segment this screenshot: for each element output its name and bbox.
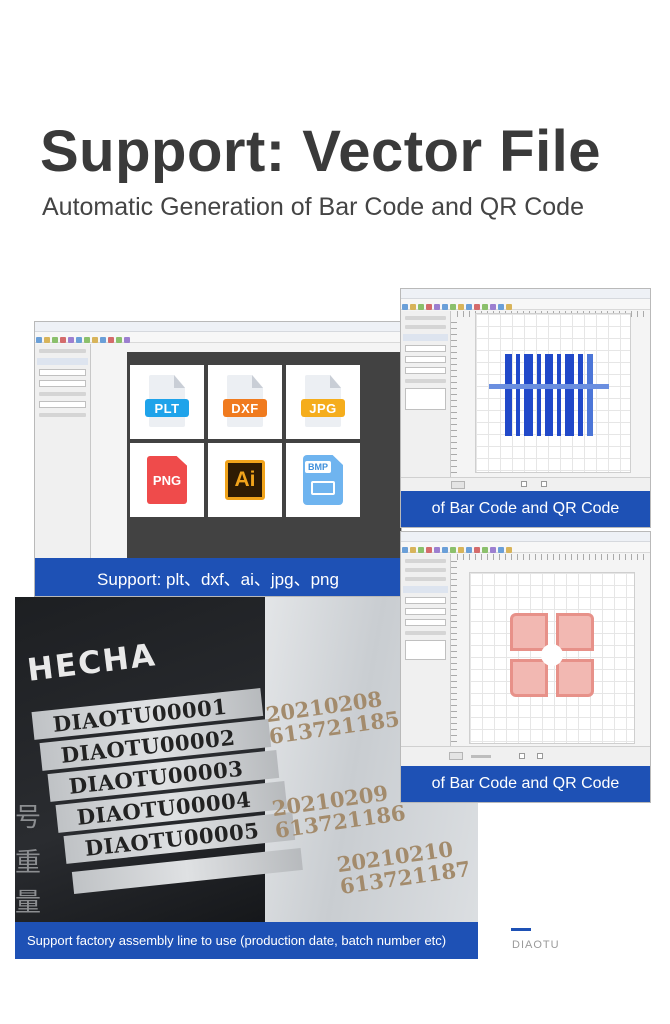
brand-accent-line bbox=[511, 928, 531, 931]
format-grid: PLT DXF JPG PNG Ai BMP bbox=[130, 365, 362, 517]
page-subtitle: Automatic Generation of Bar Code and QR … bbox=[42, 193, 584, 221]
status-bar bbox=[401, 746, 650, 766]
date-batch-code: 20210210 613721187 bbox=[335, 836, 472, 899]
toolbar[interactable] bbox=[35, 332, 401, 343]
status-button[interactable] bbox=[449, 752, 463, 760]
menu-bar[interactable] bbox=[401, 289, 650, 299]
menu-bar[interactable] bbox=[401, 532, 650, 542]
properties-panel[interactable] bbox=[401, 554, 451, 754]
status-bar bbox=[401, 477, 650, 491]
plate-brand: HECHA bbox=[25, 637, 159, 689]
plate-character: 重 bbox=[15, 848, 42, 878]
status-checkbox[interactable] bbox=[519, 753, 525, 759]
qr-code-graphic bbox=[510, 613, 594, 697]
toolbar[interactable] bbox=[401, 542, 650, 553]
properties-panel[interactable] bbox=[35, 344, 91, 566]
format-tile-bmp: BMP bbox=[286, 443, 360, 517]
formats-caption: Support: plt、dxf、ai、jpg、png bbox=[35, 558, 401, 596]
properties-panel[interactable] bbox=[401, 311, 451, 479]
date-batch-code: 20210208 613721185 bbox=[264, 686, 401, 749]
barcode-caption: of Bar Code and QR Code bbox=[401, 491, 650, 527]
status-checkbox[interactable] bbox=[541, 481, 547, 487]
png-file-icon: PNG bbox=[147, 456, 187, 504]
status-button[interactable] bbox=[451, 481, 465, 489]
format-tile-plt: PLT bbox=[130, 365, 204, 439]
qr-caption: of Bar Code and QR Code bbox=[401, 766, 650, 802]
format-tile-png: PNG bbox=[130, 443, 204, 517]
status-checkbox[interactable] bbox=[521, 481, 527, 487]
bmp-file-icon: BMP bbox=[303, 455, 343, 505]
format-tile-jpg: JPG bbox=[286, 365, 360, 439]
format-tile-ai: Ai bbox=[208, 443, 282, 517]
metal-plate: HECHA DIAOTU00001 DIAOTU00002 DIAOTU0000… bbox=[15, 597, 303, 927]
brand-name: DIAOTU bbox=[512, 939, 560, 951]
format-tile-dxf: DXF bbox=[208, 365, 282, 439]
plate-character: 号 bbox=[15, 803, 42, 833]
toolbar[interactable] bbox=[401, 299, 650, 310]
status-checkbox[interactable] bbox=[537, 753, 543, 759]
page-title: Support: Vector File bbox=[40, 119, 602, 184]
ai-file-icon: Ai bbox=[225, 460, 265, 500]
barcode-graphic bbox=[489, 354, 609, 436]
plt-file-icon: PLT bbox=[145, 375, 189, 429]
menu-bar[interactable] bbox=[35, 322, 401, 332]
dxf-file-icon: DXF bbox=[223, 375, 267, 429]
photo-caption: Support factory assembly line to use (pr… bbox=[15, 922, 478, 959]
plate-character: 量 bbox=[15, 888, 42, 918]
date-batch-code: 20210209 613721186 bbox=[270, 780, 407, 843]
jpg-file-icon: JPG bbox=[301, 375, 345, 429]
